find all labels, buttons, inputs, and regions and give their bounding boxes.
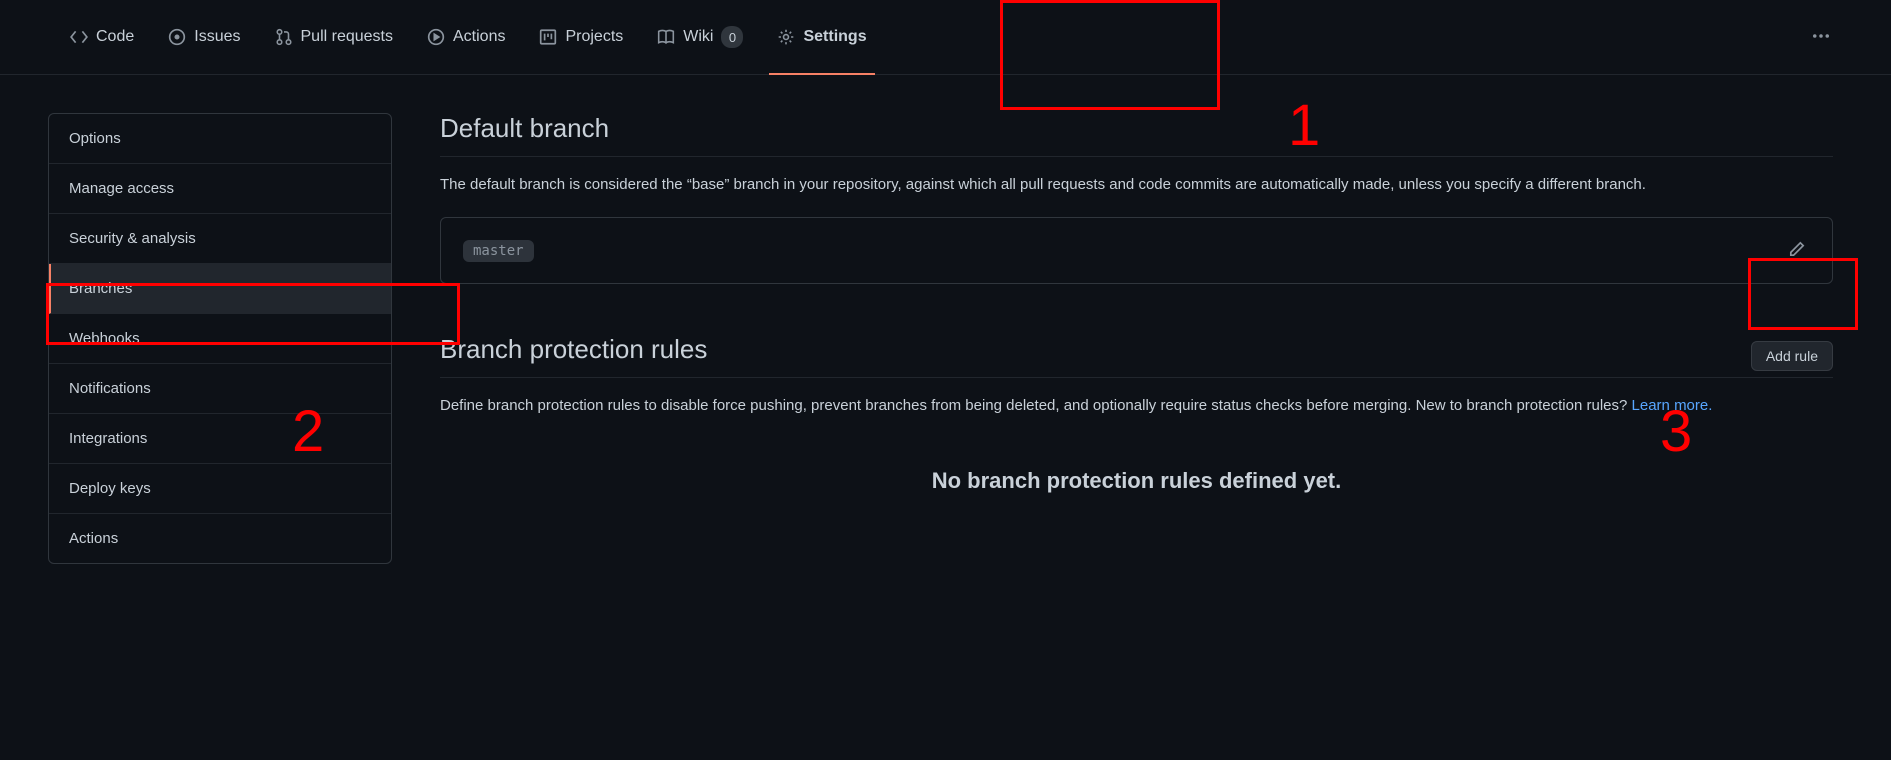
sidebar-item-branches[interactable]: Branches bbox=[49, 264, 391, 314]
tab-pull-requests[interactable]: Pull requests bbox=[275, 0, 394, 74]
protection-empty-message: No branch protection rules defined yet. bbox=[440, 468, 1833, 494]
sidebar-item-security-analysis[interactable]: Security & analysis bbox=[49, 214, 391, 264]
protection-heading: Branch protection rules bbox=[440, 334, 707, 377]
tab-label: Code bbox=[96, 28, 134, 46]
pencil-icon bbox=[1788, 240, 1806, 261]
issue-icon bbox=[168, 28, 186, 46]
sidebar-item-label: Branches bbox=[69, 280, 132, 297]
kebab-icon bbox=[1811, 26, 1831, 49]
sidebar-item-label: Manage access bbox=[69, 180, 174, 197]
sidebar-item-label: Webhooks bbox=[69, 330, 140, 347]
default-branch-description: The default branch is considered the “ba… bbox=[440, 173, 1833, 197]
sidebar-item-label: Actions bbox=[69, 530, 118, 547]
protection-description: Define branch protection rules to disabl… bbox=[440, 394, 1833, 418]
learn-more-link[interactable]: Learn more. bbox=[1632, 397, 1713, 414]
default-branch-box: master bbox=[440, 217, 1833, 284]
more-menu[interactable] bbox=[1811, 26, 1831, 49]
project-icon bbox=[539, 28, 557, 46]
sidebar-item-manage-access[interactable]: Manage access bbox=[49, 164, 391, 214]
sidebar-item-webhooks[interactable]: Webhooks bbox=[49, 314, 391, 364]
settings-sidebar: Options Manage access Security & analysi… bbox=[48, 113, 392, 564]
code-icon bbox=[70, 28, 88, 46]
play-icon bbox=[427, 28, 445, 46]
sidebar-item-notifications[interactable]: Notifications bbox=[49, 364, 391, 414]
tab-label: Settings bbox=[803, 28, 866, 46]
sidebar-item-label: Options bbox=[69, 130, 121, 147]
sidebar-item-label: Security & analysis bbox=[69, 230, 196, 247]
add-rule-button[interactable]: Add rule bbox=[1751, 341, 1833, 371]
edit-default-branch-button[interactable] bbox=[1784, 236, 1810, 265]
sidebar-item-label: Notifications bbox=[69, 380, 151, 397]
default-branch-heading: Default branch bbox=[440, 113, 1833, 157]
sidebar-item-label: Integrations bbox=[69, 430, 147, 447]
sidebar-item-options[interactable]: Options bbox=[49, 114, 391, 164]
repo-tabs: Code Issues Pull requests Actions Projec… bbox=[0, 0, 1891, 75]
wiki-count-badge: 0 bbox=[721, 26, 743, 48]
tab-code[interactable]: Code bbox=[70, 0, 134, 74]
gear-icon bbox=[777, 28, 795, 46]
tab-settings[interactable]: Settings bbox=[777, 0, 866, 74]
sidebar-item-integrations[interactable]: Integrations bbox=[49, 414, 391, 464]
tab-wiki[interactable]: Wiki 0 bbox=[657, 0, 743, 74]
tab-projects[interactable]: Projects bbox=[539, 0, 623, 74]
book-icon bbox=[657, 28, 675, 46]
default-branch-name: master bbox=[463, 240, 534, 262]
tab-issues[interactable]: Issues bbox=[168, 0, 240, 74]
protection-desc-text: Define branch protection rules to disabl… bbox=[440, 397, 1632, 414]
protection-header: Branch protection rules Add rule bbox=[440, 334, 1833, 378]
tab-label: Wiki bbox=[683, 28, 713, 46]
tab-label: Actions bbox=[453, 28, 505, 46]
tab-actions[interactable]: Actions bbox=[427, 0, 505, 74]
page-body: Options Manage access Security & analysi… bbox=[0, 75, 1891, 564]
tab-label: Issues bbox=[194, 28, 240, 46]
pull-request-icon bbox=[275, 28, 293, 46]
tab-label: Pull requests bbox=[301, 28, 394, 46]
sidebar-item-label: Deploy keys bbox=[69, 480, 151, 497]
sidebar-item-actions[interactable]: Actions bbox=[49, 514, 391, 563]
sidebar-item-deploy-keys[interactable]: Deploy keys bbox=[49, 464, 391, 514]
settings-main: Default branch The default branch is con… bbox=[440, 113, 1843, 564]
tab-label: Projects bbox=[565, 28, 623, 46]
